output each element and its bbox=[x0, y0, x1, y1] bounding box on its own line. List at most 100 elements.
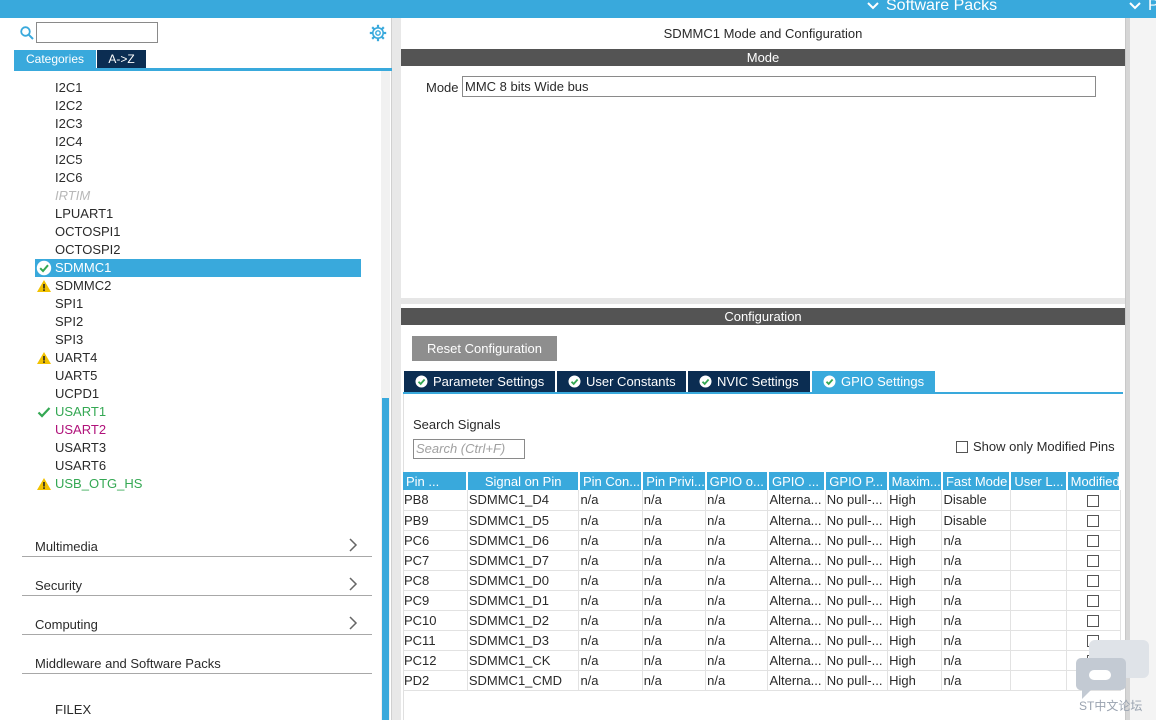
gear-icon[interactable] bbox=[369, 24, 387, 42]
pinout-menu-truncated[interactable]: P bbox=[1128, 0, 1156, 15]
table-cell: No pull-... bbox=[825, 530, 889, 551]
table-cell: No pull-... bbox=[825, 630, 889, 651]
tree-item-sdmmc1[interactable]: SDMMC1 bbox=[35, 259, 361, 277]
tree-item-usart1[interactable]: USART1 bbox=[35, 403, 361, 421]
tab-nvic-settings[interactable]: NVIC Settings bbox=[688, 371, 810, 392]
tree-item-uart4[interactable]: UART4 bbox=[35, 349, 361, 367]
table-header-row: Pin ... Signal on Pin Pin Con... Pin Pri… bbox=[403, 472, 1122, 490]
modified-cell bbox=[1066, 510, 1121, 531]
tree-item-usart6[interactable]: USART6 bbox=[35, 457, 361, 475]
table-cell: No pull-... bbox=[825, 590, 889, 611]
modified-checkbox[interactable] bbox=[1087, 535, 1100, 548]
tree-item-uart5[interactable]: UART5 bbox=[35, 367, 361, 385]
table-cell: High bbox=[887, 510, 943, 531]
table-row[interactable]: PC10 SDMMC1_D2 n/a n/a n/a Alterna... No pull-… bbox=[403, 610, 1121, 631]
column-header[interactable]: GPIO ... bbox=[767, 472, 827, 490]
mode-label: Mode bbox=[426, 80, 459, 95]
panel-divider[interactable] bbox=[1126, 18, 1130, 720]
category-security[interactable]: Security bbox=[22, 558, 372, 596]
column-header[interactable]: Signal on Pin bbox=[467, 472, 580, 490]
column-header[interactable]: GPIO o... bbox=[705, 472, 769, 490]
modified-checkbox[interactable] bbox=[1087, 515, 1100, 528]
warning-icon bbox=[37, 280, 51, 292]
modified-checkbox[interactable] bbox=[1087, 555, 1100, 568]
column-header[interactable]: User L... bbox=[1010, 472, 1068, 490]
table-row[interactable]: PC11 SDMMC1_D3 n/a n/a n/a Alterna... No pull-… bbox=[403, 630, 1121, 651]
column-header[interactable]: Pin ... bbox=[403, 472, 469, 490]
tab-gpio-settings[interactable]: GPIO Settings bbox=[812, 371, 935, 392]
table-cell: High bbox=[887, 670, 943, 691]
mode-select[interactable]: MMC 8 bits Wide bus bbox=[462, 76, 1096, 97]
show-modified-pins-label: Show only Modified Pins bbox=[973, 439, 1115, 454]
tree-item-i2c4[interactable]: I2C4 bbox=[35, 133, 361, 151]
table-row[interactable]: PC8 SDMMC1_D0 n/a n/a n/a Alterna... No pull-.… bbox=[403, 570, 1121, 591]
modified-cell bbox=[1066, 550, 1121, 571]
table-cell: High bbox=[887, 490, 943, 511]
modified-checkbox[interactable] bbox=[1087, 595, 1100, 608]
left-panel: Categories A->Z I2C1 I2C2 I2C3 I2C4 I2C5… bbox=[0, 18, 392, 720]
tree-item-i2c3[interactable]: I2C3 bbox=[35, 115, 361, 133]
category-computing[interactable]: Computing bbox=[22, 597, 372, 635]
table-row[interactable]: PD2 SDMMC1_CMD n/a n/a n/a Alterna... No pull-… bbox=[403, 670, 1121, 691]
column-header[interactable]: Fast Mode bbox=[941, 472, 1012, 490]
search-icon[interactable] bbox=[20, 26, 34, 40]
tree-item-spi1[interactable]: SPI1 bbox=[35, 295, 361, 313]
section-divider[interactable] bbox=[401, 298, 1125, 304]
scrollbar-thumb[interactable] bbox=[382, 398, 389, 720]
table-row[interactable]: PC6 SDMMC1_D6 n/a n/a n/a Alterna... No pull-.… bbox=[403, 530, 1121, 551]
tree-item-octospi1[interactable]: OCTOSPI1 bbox=[35, 223, 361, 241]
modified-checkbox[interactable] bbox=[1087, 615, 1100, 628]
tree-item-i2c5[interactable]: I2C5 bbox=[35, 151, 361, 169]
tree-item-spi3[interactable]: SPI3 bbox=[35, 331, 361, 349]
component-search-input[interactable] bbox=[36, 22, 158, 43]
tree-item-spi2[interactable]: SPI2 bbox=[35, 313, 361, 331]
table-row[interactable]: PC9 SDMMC1_D1 n/a n/a n/a Alterna... No pull-.… bbox=[403, 590, 1121, 611]
tree-item-usart3[interactable]: USART3 bbox=[35, 439, 361, 457]
tree-item-usart2[interactable]: USART2 bbox=[35, 421, 361, 439]
column-header[interactable]: GPIO P... bbox=[825, 472, 889, 490]
tree-item-ucpd1[interactable]: UCPD1 bbox=[35, 385, 361, 403]
modified-checkbox[interactable] bbox=[1087, 494, 1100, 507]
table-cell: n/a bbox=[642, 530, 707, 551]
tab-a-to-z[interactable]: A->Z bbox=[97, 50, 146, 68]
tree-item-i2c6[interactable]: I2C6 bbox=[35, 169, 361, 187]
table-cell: High bbox=[887, 590, 943, 611]
checkbox[interactable] bbox=[956, 440, 968, 453]
search-signals-input[interactable]: Search (Ctrl+F) bbox=[413, 439, 525, 459]
tree-item-filex[interactable]: FILEX bbox=[55, 702, 91, 717]
tab-parameter-settings[interactable]: Parameter Settings bbox=[404, 371, 555, 392]
panel-separator[interactable] bbox=[392, 18, 401, 720]
table-row[interactable]: PB8 SDMMC1_D4 n/a n/a n/a Alterna... No pull-.… bbox=[403, 490, 1121, 511]
software-packs-menu[interactable]: Software Packs bbox=[866, 0, 997, 15]
column-header[interactable]: Pin Con... bbox=[578, 472, 644, 490]
table-cell: n/a bbox=[578, 490, 643, 511]
tree-item-i2c2[interactable]: I2C2 bbox=[35, 97, 361, 115]
table-cell: PC7 bbox=[403, 550, 468, 571]
table-cell: SDMMC1_D1 bbox=[467, 590, 580, 611]
category-multimedia[interactable]: Multimedia bbox=[22, 519, 372, 557]
tab-user-constants[interactable]: User Constants bbox=[557, 371, 686, 392]
show-modified-pins-toggle[interactable]: Show only Modified Pins bbox=[956, 439, 1115, 454]
table-cell: Alterna... bbox=[767, 510, 826, 531]
table-cell: n/a bbox=[705, 630, 769, 651]
reset-configuration-button[interactable]: Reset Configuration bbox=[412, 336, 557, 361]
tree-item-sdmmc2[interactable]: SDMMC2 bbox=[35, 277, 361, 295]
tree-item-i2c1[interactable]: I2C1 bbox=[35, 79, 361, 97]
tree-item-usb-otg-hs[interactable]: USB_OTG_HS bbox=[35, 475, 361, 491]
table-row[interactable]: PC12 SDMMC1_CK n/a n/a n/a Alterna... No pull-… bbox=[403, 650, 1121, 671]
table-row[interactable]: PC7 SDMMC1_D7 n/a n/a n/a Alterna... No pull-.… bbox=[403, 550, 1121, 571]
tab-categories[interactable]: Categories bbox=[14, 50, 96, 68]
table-cell: n/a bbox=[578, 570, 643, 591]
category-middleware[interactable]: Middleware and Software Packs bbox=[22, 636, 372, 674]
column-header[interactable]: Modified bbox=[1066, 472, 1122, 490]
table-row[interactable]: PB9 SDMMC1_D5 n/a n/a n/a Alterna... No pull-.… bbox=[403, 510, 1121, 531]
tree-item-octospi2[interactable]: OCTOSPI2 bbox=[35, 241, 361, 259]
tree-item-lpuart1[interactable]: LPUART1 bbox=[35, 205, 361, 223]
tree-item-irtim[interactable]: IRTIM bbox=[35, 187, 361, 205]
table-cell: No pull-... bbox=[825, 670, 889, 691]
tree-item-label: USART1 bbox=[55, 404, 107, 419]
modified-checkbox[interactable] bbox=[1087, 575, 1100, 588]
column-header[interactable]: Pin Privi... bbox=[642, 472, 707, 490]
column-header[interactable]: Maxim... bbox=[887, 472, 943, 490]
table-cell: PC12 bbox=[403, 650, 468, 671]
